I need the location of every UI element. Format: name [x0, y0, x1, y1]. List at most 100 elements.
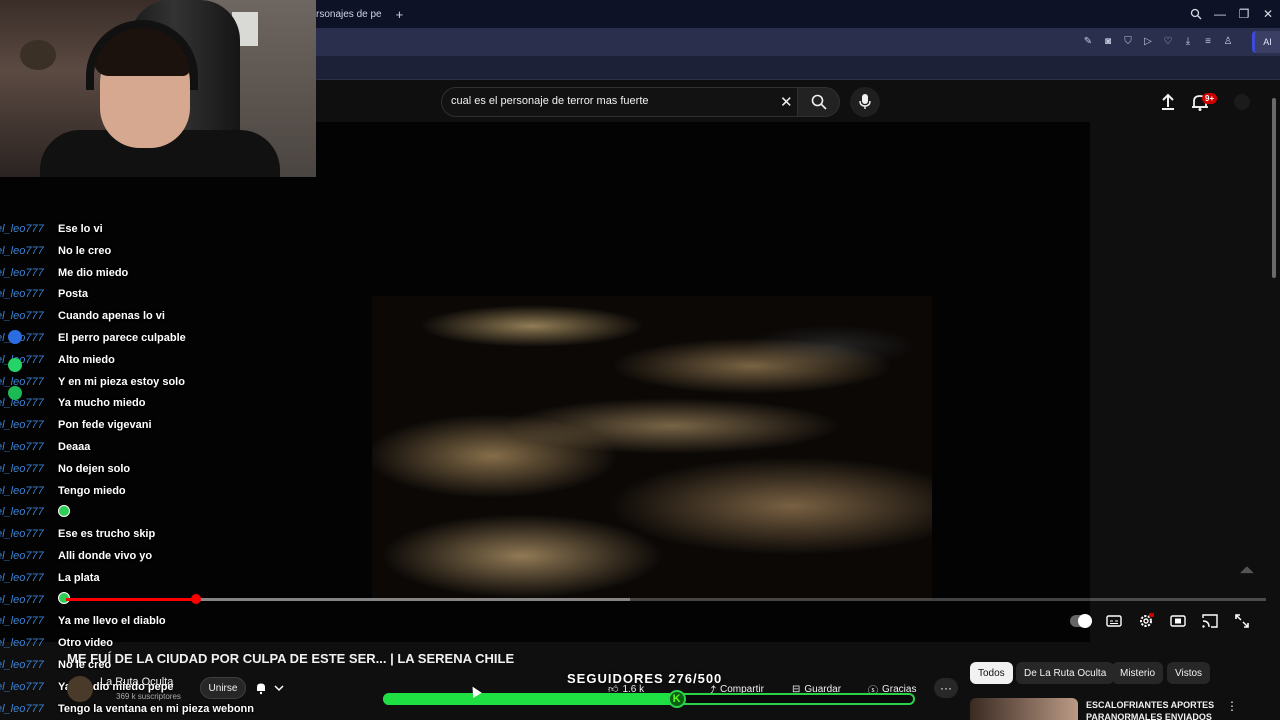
stream-chat: el_leo777 Ese lo vi el_leo777 No le creo el_…	[0, 177, 254, 720]
chat-username: el_leo777	[0, 615, 44, 628]
recommendation-thumbnail[interactable]	[970, 698, 1078, 720]
chat-message-text: El perro parece culpable	[58, 332, 186, 344]
recommendation-title[interactable]: ESCALOFRIANTES APORTES PARANORMALES ENVI…	[1086, 699, 1216, 720]
chat-username: el_leo777	[0, 528, 44, 541]
chat-message: el_leo777 No le creo	[0, 243, 111, 259]
chat-message-text	[58, 504, 70, 520]
chat-message-text: Deaaa	[58, 441, 91, 453]
search-query[interactable]: cual es el personaje de terror mas fuert…	[451, 95, 649, 107]
chat-message-text: Alto miedo	[58, 353, 115, 366]
chat-message: el_leo777 Ya me llevo el diablo	[0, 613, 166, 629]
settings-gear-icon[interactable]	[1136, 612, 1156, 630]
chevron-down-icon	[274, 685, 284, 692]
subtitles-icon[interactable]	[1104, 612, 1124, 630]
new-tab-button[interactable]: +	[396, 7, 404, 22]
chip-channel[interactable]: De La Ruta Oculta	[1016, 662, 1115, 684]
chat-message-text: Me dio miedo	[58, 266, 129, 279]
chat-message: el_leo777 Pon fede vigevani	[0, 417, 152, 433]
chat-message-text: Otro video	[58, 637, 114, 650]
chip-vistos[interactable]: Vistos	[1167, 662, 1211, 684]
channel-name[interactable]: La Ruta Oculta	[100, 676, 173, 688]
chat-message-text: Y en mi pieza estoy solo	[58, 375, 185, 388]
chat-username: el_leo777	[0, 506, 44, 519]
chat-message-text: Tengo la ventana en mi pieza webonn	[58, 702, 254, 715]
follower-goal-fill	[383, 693, 677, 705]
chat-username: el_leo777	[0, 288, 44, 301]
chat-username: el_leo777	[0, 419, 44, 432]
chat-message-text: No dejen solo	[58, 462, 131, 475]
tab-search-icon[interactable]	[1184, 4, 1208, 24]
progress-scrubber[interactable]	[190, 594, 201, 604]
join-button[interactable]: Unirse	[200, 677, 246, 699]
side-icons	[8, 330, 24, 414]
upload-icon[interactable]	[1158, 92, 1178, 112]
chat-message-text: Ya mucho miedo	[58, 397, 146, 410]
minimize-button[interactable]: —	[1208, 4, 1232, 24]
chat-username: el_leo777	[0, 571, 44, 584]
messenger-icon[interactable]	[8, 330, 22, 344]
chat-message: el_leo777 No dejen solo	[0, 461, 130, 477]
page-scrollbar[interactable]	[1270, 84, 1278, 284]
chat-message: el_leo777 Alli donde vivo yo	[0, 548, 152, 564]
voice-search-button[interactable]	[850, 87, 880, 117]
chat-message: el_leo777 Cuando apenas lo vi	[0, 308, 165, 324]
chat-message-text: Pon fede vigevani	[58, 419, 152, 432]
account-avatar[interactable]	[1234, 94, 1250, 110]
search-icon	[811, 94, 827, 110]
spotify-icon[interactable]	[8, 386, 22, 400]
whatsapp-icon[interactable]	[8, 358, 22, 372]
chat-message-text: Ese lo vi	[58, 223, 103, 235]
browser-tab[interactable]: rsonajes de pe +	[312, 4, 411, 24]
autoplay-toggle[interactable]	[1070, 614, 1092, 628]
camera-icon[interactable]: ◙	[1102, 34, 1114, 48]
chat-message: el_leo777 Otro video	[0, 635, 113, 651]
streamer-webcam	[0, 0, 316, 177]
chat-message-text: Tengo miedo	[58, 484, 126, 497]
play-icon[interactable]: ▷	[1142, 34, 1154, 48]
window-controls: — ❐ ✕	[1184, 4, 1280, 24]
chat-message: el_leo777 Deaaa	[0, 439, 90, 455]
chat-message: el_leo777 Me dio miedo	[0, 265, 128, 281]
chat-message: el_leo777	[0, 592, 70, 608]
fullscreen-icon[interactable]	[1232, 612, 1252, 630]
heart-icon[interactable]: ♡	[1162, 34, 1174, 48]
download-icon[interactable]: ⤓	[1182, 34, 1194, 48]
chat-message-text: La plata	[58, 571, 100, 584]
chip-todos[interactable]: Todos	[970, 662, 1013, 684]
chat-username: el_leo777	[0, 680, 44, 693]
channel-avatar[interactable]	[67, 676, 93, 702]
miniplayer-icon[interactable]	[1168, 612, 1188, 630]
subscription-bell-button[interactable]	[254, 678, 300, 698]
chat-username: el_leo777	[0, 441, 44, 453]
chat-message: el_leo777 La plata	[0, 570, 100, 586]
toolbar-icons: ✎ ◙ ⛉ ▷ ♡ ⤓ ≡ ♙	[1082, 34, 1234, 48]
restore-button[interactable]: ❐	[1232, 4, 1256, 24]
recommendation-menu-icon[interactable]: ⋮	[1226, 699, 1238, 713]
chat-emote-icon	[58, 504, 70, 517]
chat-message: el_leo777 Posta	[0, 286, 88, 302]
chat-username: el_leo777	[0, 310, 44, 323]
notification-badge: 9+	[1202, 93, 1218, 104]
chat-username: el_leo777	[0, 637, 44, 650]
clear-search-icon[interactable]: ✕	[780, 93, 793, 111]
search-button[interactable]	[798, 87, 840, 117]
chat-message-text: Cuando apenas lo vi	[58, 310, 165, 323]
player-controls-right	[1070, 612, 1252, 630]
more-actions-button[interactable]: ···	[934, 678, 958, 698]
chat-message-text: No le creo	[58, 244, 112, 257]
edit-icon[interactable]: ✎	[1082, 34, 1094, 48]
shield-icon[interactable]: ⛉	[1122, 34, 1134, 48]
chat-message-text: Ese es trucho skip	[58, 528, 156, 541]
profile-icon[interactable]: ♙	[1222, 34, 1234, 48]
close-window-button[interactable]: ✕	[1256, 4, 1280, 24]
cast-icon[interactable]	[1200, 612, 1220, 630]
chip-misterio[interactable]: Misterio	[1112, 662, 1164, 684]
progress-buffered	[195, 598, 630, 601]
menu-icon[interactable]: ≡	[1202, 34, 1214, 48]
chat-message-text: Ya me llevo el diablo	[58, 615, 166, 628]
ai-button[interactable]: AI	[1252, 31, 1280, 53]
microphone-icon	[859, 94, 871, 109]
video-title: ME FUÍ DE LA CIUDAD POR CULPA DE ESTE SE…	[67, 651, 515, 666]
screen: rsonajes de pe + — ❐ ✕ ✎ ◙ ⛉ ▷ ♡ ⤓ ≡ ♙ A…	[0, 0, 1280, 720]
chat-username: el_leo777	[0, 223, 44, 235]
